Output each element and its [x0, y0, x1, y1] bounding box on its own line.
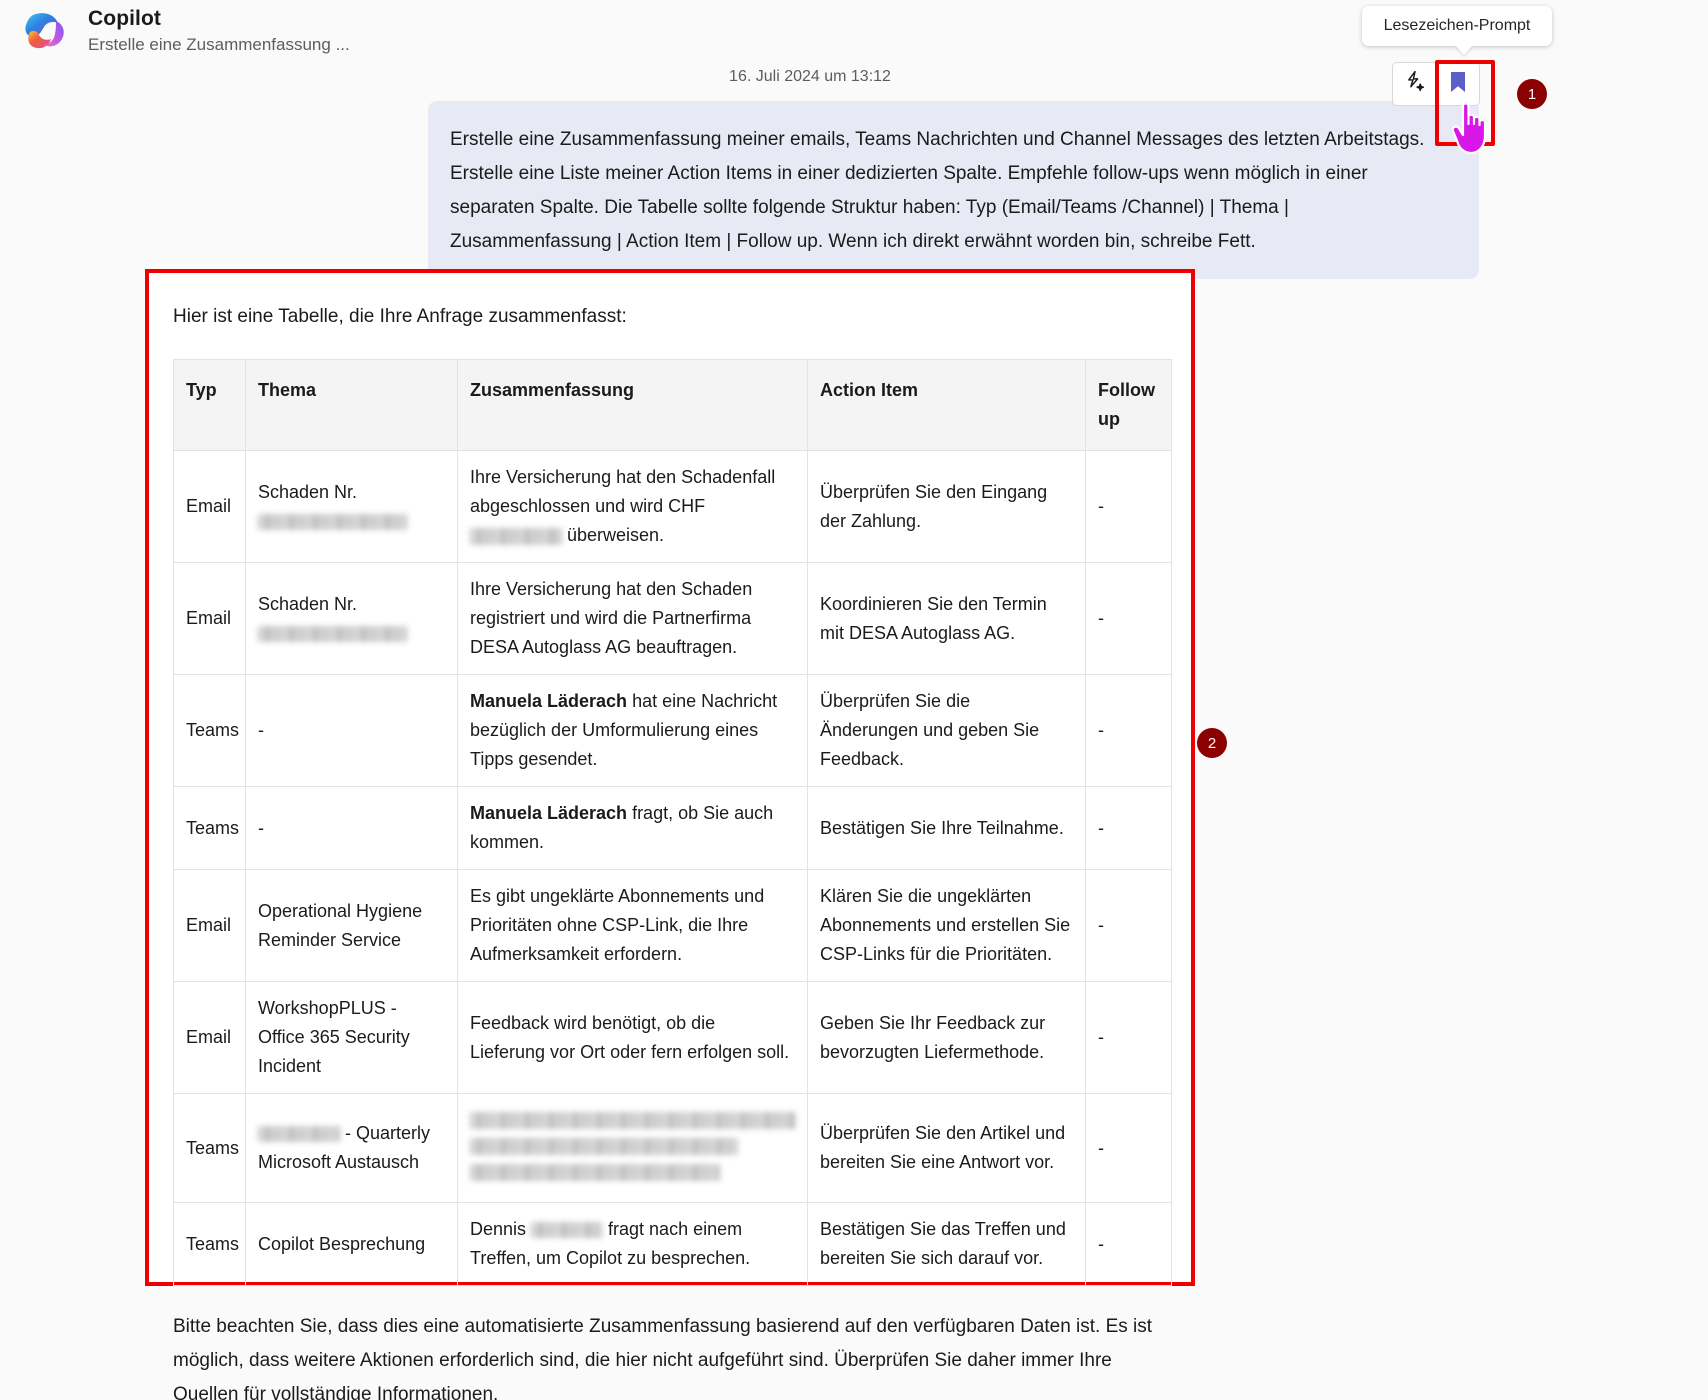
cell-follow-up: -: [1085, 674, 1172, 787]
cell-action-item: Geben Sie Ihr Feedback zur bevorzugten L…: [807, 981, 1086, 1094]
cell-action-item: Überprüfen Sie die Änderungen und geben …: [807, 674, 1086, 787]
redacted-claim-number: [258, 625, 408, 642]
cell-zusammenfassung: Manuela Läderach hat eine Nachricht bezü…: [457, 674, 808, 787]
cell-action-item: Klären Sie die ungeklärten Abonnements u…: [807, 869, 1086, 982]
app-subtitle: Erstelle eine Zusammenfassung ...: [88, 35, 350, 54]
message-timestamp: 16. Juli 2024 um 13:12: [729, 68, 891, 85]
magic-wand-button[interactable]: [1392, 62, 1436, 106]
annotation-badge-1: 1: [1517, 79, 1547, 109]
redacted-summary-line: [470, 1112, 796, 1129]
table-row: Email WorkshopPLUS - Office 365 Security…: [173, 981, 1172, 1094]
assistant-response-body: Hier ist eine Tabelle, die Ihre Anfrage …: [149, 273, 1191, 1400]
cell-zusammenfassung: Ihre Versicherung hat den Schadenfall ab…: [457, 450, 808, 563]
cell-thema: Schaden Nr.: [245, 450, 458, 563]
cell-typ: Teams: [173, 786, 246, 870]
cell-typ: Email: [173, 450, 246, 563]
cell-zusammenfassung: [457, 1093, 808, 1203]
table-header-row: Typ Thema Zusammenfassung Action Item Fo…: [173, 359, 1172, 451]
cell-thema: Schaden Nr.: [245, 562, 458, 675]
header-text-group: Copilot Erstelle eine Zusammenfassung ..…: [88, 6, 350, 57]
copilot-chat-screen: Copilot Erstelle eine Zusammenfassung ..…: [0, 0, 1708, 1400]
cell-thema: -: [245, 786, 458, 870]
th-action-item: Action Item: [807, 359, 1086, 451]
cell-zusammenfassung: Es gibt ungeklärte Abonnements und Prior…: [457, 869, 808, 982]
cell-follow-up: -: [1085, 869, 1172, 982]
cell-follow-up: -: [1085, 1202, 1172, 1286]
assistant-response-highlighted: Hier ist eine Tabelle, die Ihre Anfrage …: [145, 269, 1195, 1400]
cell-typ: Teams: [173, 674, 246, 787]
pointer-hand-cursor: [1447, 98, 1495, 161]
th-follow-up: Follow up: [1085, 359, 1172, 451]
bookmark-icon: [1447, 70, 1469, 99]
th-typ: Typ: [173, 359, 246, 451]
table-row: Teams Copilot Besprechung Dennis fragt n…: [173, 1202, 1172, 1286]
tooltip-label: Lesezeichen-Prompt: [1383, 17, 1531, 34]
redacted-summary-line: [470, 1164, 720, 1181]
zus-text-part1: Ihre Versicherung hat den Schadenfall ab…: [470, 467, 776, 516]
table-row: Email Schaden Nr. Ihre Versicherung hat …: [173, 562, 1172, 675]
cell-typ: Email: [173, 562, 246, 675]
user-message-bubble: Erstelle eine Zusammenfassung meiner ema…: [428, 101, 1479, 279]
user-message-text: Erstelle eine Zusammenfassung meiner ema…: [450, 129, 1425, 252]
cell-action-item: Koordinieren Sie den Termin mit DESA Aut…: [807, 562, 1086, 675]
redacted-summary-line: [470, 1138, 738, 1155]
annotation-badge-2: 2: [1197, 728, 1227, 758]
cell-action-item: Überprüfen Sie den Artikel und bereiten …: [807, 1093, 1086, 1203]
redacted-claim-number: [258, 513, 408, 530]
th-zusammenfassung: Zusammenfassung: [457, 359, 808, 451]
table-row: Email Operational Hygiene Reminder Servi…: [173, 869, 1172, 982]
redacted-channel-name: [258, 1126, 340, 1143]
table-row: Email Schaden Nr. Ihre Versicherung hat …: [173, 450, 1172, 563]
cell-zusammenfassung: Feedback wird benötigt, ob die Lieferung…: [457, 981, 808, 1094]
redacted-person-surname: [531, 1222, 604, 1239]
tooltip-arrow: [1455, 45, 1473, 55]
redacted-amount: [470, 527, 562, 545]
cell-typ: Email: [173, 981, 246, 1094]
cell-zusammenfassung: Dennis fragt nach einem Treffen, um Copi…: [457, 1202, 808, 1286]
cell-action-item: Bestätigen Sie Ihre Teilnahme.: [807, 786, 1086, 870]
cell-action-item: Überprüfen Sie den Eingang der Zahlung.: [807, 450, 1086, 563]
copilot-logo: [22, 8, 68, 54]
table-row: Teams - Quarterly Microsoft Austausch Üb…: [173, 1093, 1172, 1203]
cell-typ: Teams: [173, 1202, 246, 1286]
cell-typ: Email: [173, 869, 246, 982]
cell-follow-up: -: [1085, 981, 1172, 1094]
cell-thema: - Quarterly Microsoft Austausch: [245, 1093, 458, 1203]
cell-follow-up: -: [1085, 1093, 1172, 1203]
cell-thema: -: [245, 674, 458, 787]
cell-follow-up: -: [1085, 562, 1172, 675]
mentioned-person-name: Manuela Läderach: [470, 803, 628, 823]
summary-table: Typ Thema Zusammenfassung Action Item Fo…: [173, 359, 1172, 1286]
table-row: Teams - Manuela Läderach hat eine Nachri…: [173, 674, 1172, 787]
mentioned-person-name: Manuela Läderach: [470, 691, 628, 711]
cell-action-item: Bestätigen Sie das Treffen und bereiten …: [807, 1202, 1086, 1286]
cell-thema: WorkshopPLUS - Office 365 Security Incid…: [245, 981, 458, 1094]
zus-text-part1: Dennis: [470, 1219, 532, 1239]
response-intro: Hier ist eine Tabelle, die Ihre Anfrage …: [173, 306, 627, 327]
cell-thema: Copilot Besprechung: [245, 1202, 458, 1286]
table-row: Teams - Manuela Läderach fragt, ob Sie a…: [173, 786, 1172, 870]
thema-text: Schaden Nr.: [258, 593, 358, 614]
magic-wand-icon: [1402, 69, 1427, 99]
bookmark-tooltip: Lesezeichen-Prompt: [1362, 6, 1552, 46]
cell-follow-up: -: [1085, 450, 1172, 563]
cell-thema: Operational Hygiene Reminder Service: [245, 869, 458, 982]
app-title: Copilot: [88, 7, 162, 30]
response-footer-note: Bitte beachten Sie, dass dies eine autom…: [173, 1316, 1153, 1400]
th-thema: Thema: [245, 359, 458, 451]
cell-follow-up: -: [1085, 786, 1172, 870]
zus-text-part2: überweisen.: [562, 525, 665, 545]
cell-typ: Teams: [173, 1093, 246, 1203]
cell-zusammenfassung: Ihre Versicherung hat den Schaden regist…: [457, 562, 808, 675]
thema-text: Schaden Nr.: [258, 481, 358, 502]
cell-zusammenfassung: Manuela Läderach fragt, ob Sie auch komm…: [457, 786, 808, 870]
